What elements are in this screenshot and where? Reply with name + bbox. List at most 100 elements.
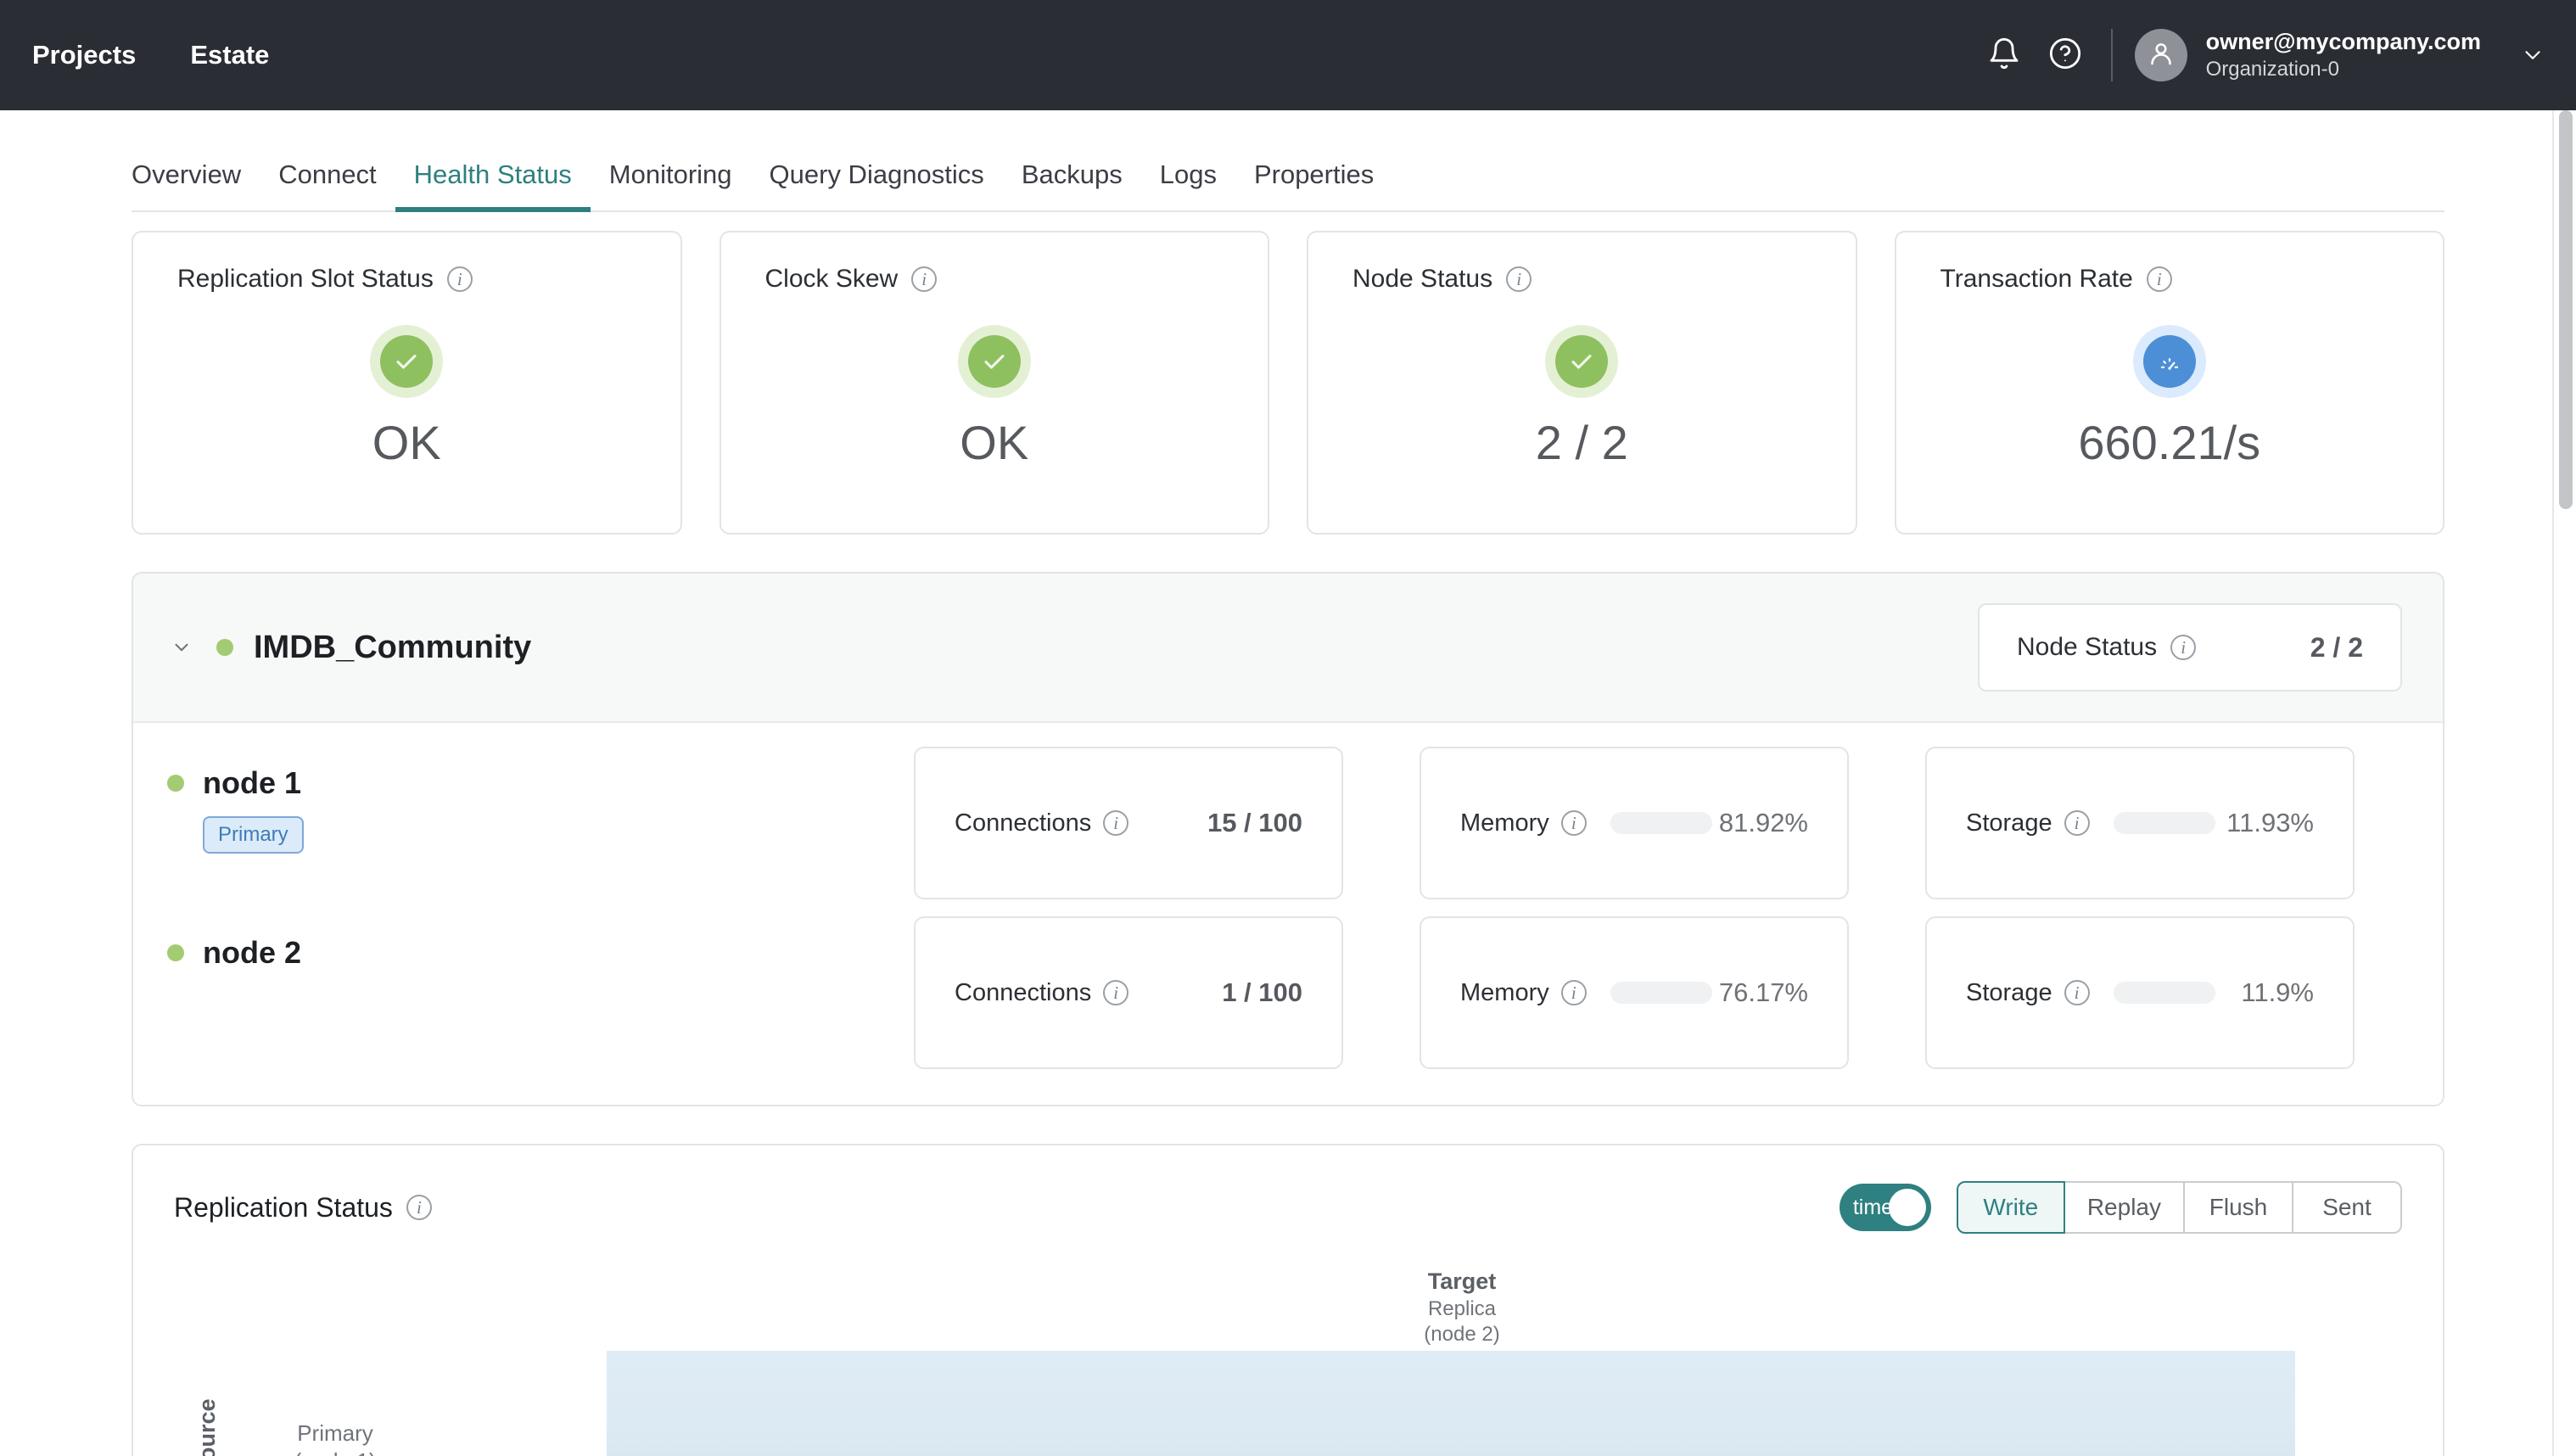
metric-value: 1 / 100 <box>1222 977 1302 1007</box>
card-transaction-rate: Transaction Rate i 660.21/s <box>1894 231 2444 535</box>
source-row-label: Primary (node 1) <box>242 1420 428 1456</box>
memory-progress-bar <box>1610 982 1712 1004</box>
node-role-badge: Primary <box>203 816 304 854</box>
top-bar-right: owner@mycompany.com Organization-0 <box>1974 25 2545 86</box>
tab-connect[interactable]: Connect <box>260 160 395 212</box>
tab-monitoring[interactable]: Monitoring <box>591 160 751 212</box>
card-value: OK <box>960 415 1029 469</box>
node-identity: node 2 <box>167 916 914 971</box>
nav-item-projects[interactable]: Projects <box>24 33 144 77</box>
check-circle-icon <box>1545 324 1619 398</box>
metric-label: Memory <box>1460 978 1549 1006</box>
avatar <box>2134 29 2187 81</box>
replication-heatmap: Target Replica (node 2) Source Primary (… <box>174 1256 2402 1456</box>
card-title: Replication Slot Status <box>177 265 434 293</box>
info-icon[interactable]: i <box>1560 810 1587 836</box>
info-icon[interactable]: i <box>2146 266 2172 292</box>
source-row-label-line2: (node 1) <box>242 1448 428 1456</box>
target-column-label-line1: Replica <box>1427 1296 1497 1320</box>
metric-memory: Memory i 81.92% <box>1420 747 1849 899</box>
target-axis-header: Target Replica (node 2) <box>1424 1268 1499 1347</box>
tab-properties[interactable]: Properties <box>1235 160 1392 212</box>
status-dot-icon <box>167 944 184 961</box>
card-header: Clock Skew i <box>765 265 1224 294</box>
card-value: 2 / 2 <box>1535 415 1628 469</box>
metric-value: 81.92% <box>1718 808 1808 837</box>
storage-progress-bar <box>2113 982 2215 1004</box>
info-icon[interactable]: i <box>1506 266 1532 292</box>
bell-icon <box>1987 36 2021 75</box>
source-axis-title: Source <box>194 1398 220 1456</box>
node-name: node 1 <box>203 765 302 800</box>
info-icon[interactable]: i <box>2170 635 2197 660</box>
nav-item-estate[interactable]: Estate <box>182 33 277 77</box>
chevron-down-icon[interactable] <box>2520 42 2545 68</box>
cluster-node-status: Node Status i 2 / 2 <box>1978 603 2402 692</box>
user-info: owner@mycompany.com Organization-0 <box>2205 29 2481 81</box>
metric-value: 76.17% <box>1718 977 1808 1007</box>
page-scrollbar[interactable] <box>2552 110 2576 1456</box>
help-button[interactable] <box>2035 25 2096 86</box>
segment-replay[interactable]: Replay <box>2064 1181 2185 1234</box>
info-icon[interactable]: i <box>911 266 938 292</box>
heatmap-cell[interactable]: 1ms <box>607 1351 2295 1456</box>
info-icon[interactable]: i <box>1560 980 1587 1005</box>
node-metrics: Connections i 15 / 100 Memory i 81.92% S… <box>914 747 2402 899</box>
user-menu[interactable]: owner@mycompany.com Organization-0 <box>2134 29 2545 81</box>
check-circle-icon <box>370 324 444 398</box>
tab-backups[interactable]: Backups <box>1003 160 1141 212</box>
replication-header: Replication Status i time Write Replay F… <box>174 1181 2402 1234</box>
info-icon[interactable]: i <box>2064 810 2090 836</box>
tab-overview[interactable]: Overview <box>132 160 260 212</box>
card-replication-slot-status: Replication Slot Status i OK <box>132 231 682 535</box>
replication-metric-segmented-control: Write Replay Flush Sent <box>1956 1181 2402 1234</box>
node-row: node 1 Primary Connections i 15 / 100 Me… <box>133 723 2443 899</box>
card-value: OK <box>372 415 441 469</box>
time-toggle[interactable]: time <box>1839 1184 1931 1231</box>
metric-storage: Storage i 11.93% <box>1925 747 2355 899</box>
info-icon[interactable]: i <box>1103 980 1129 1005</box>
primary-nav: Projects Estate <box>24 33 277 77</box>
node-metrics: Connections i 1 / 100 Memory i 76.17% St… <box>914 916 2402 1069</box>
info-icon[interactable]: i <box>2064 980 2090 1005</box>
card-body: OK <box>177 294 636 501</box>
card-header: Transaction Rate i <box>1940 265 2400 294</box>
tab-bar: Overview Connect Health Status Monitorin… <box>0 110 2576 212</box>
memory-progress-bar <box>1610 812 1712 834</box>
metric-label: Connections <box>955 809 1092 837</box>
node-status-value: 2 / 2 <box>2310 631 2363 663</box>
chevron-down-icon[interactable] <box>167 633 196 662</box>
cluster-header[interactable]: IMDB_Community Node Status i 2 / 2 <box>133 574 2443 723</box>
tab-query-diagnostics[interactable]: Query Diagnostics <box>751 160 1003 212</box>
cluster-header-left: IMDB_Community <box>167 630 531 666</box>
top-bar: Projects Estate owner@mycompany.com Orga… <box>0 0 2576 110</box>
metric-value: 11.93% <box>2226 808 2314 837</box>
user-icon <box>2146 38 2176 73</box>
metric-label: Storage <box>1966 978 2052 1006</box>
card-clock-skew: Clock Skew i OK <box>719 231 1269 535</box>
card-value: 660.21/s <box>2078 415 2261 469</box>
info-icon[interactable]: i <box>446 266 473 292</box>
segment-sent[interactable]: Sent <box>2293 1181 2402 1234</box>
user-organization: Organization-0 <box>2205 57 2339 81</box>
tab-health-status[interactable]: Health Status <box>395 160 591 212</box>
info-icon[interactable]: i <box>1103 810 1129 836</box>
segment-write[interactable]: Write <box>1956 1181 2065 1234</box>
node-identity: node 1 Primary <box>167 747 914 854</box>
card-node-status: Node Status i 2 / 2 <box>1307 231 1857 535</box>
notifications-button[interactable] <box>1974 25 2035 86</box>
card-header: Replication Slot Status i <box>177 265 636 294</box>
segment-flush[interactable]: Flush <box>2185 1181 2293 1234</box>
card-title: Node Status <box>1352 265 1493 293</box>
metric-label: Storage <box>1966 809 2052 837</box>
metric-connections: Connections i 1 / 100 <box>914 916 1343 1069</box>
node-row: node 2 Connections i 1 / 100 Memory i 76… <box>133 899 2443 1105</box>
info-icon[interactable]: i <box>406 1195 432 1220</box>
health-summary-cards: Replication Slot Status i OK Clock Skew … <box>132 231 2444 535</box>
source-row-label-line1: Primary <box>297 1420 373 1446</box>
tab-logs[interactable]: Logs <box>1141 160 1235 212</box>
scrollbar-thumb[interactable] <box>2559 110 2573 509</box>
card-body: 660.21/s <box>1940 294 2400 501</box>
node-name: node 2 <box>203 935 302 970</box>
metric-value: 15 / 100 <box>1207 808 1302 837</box>
